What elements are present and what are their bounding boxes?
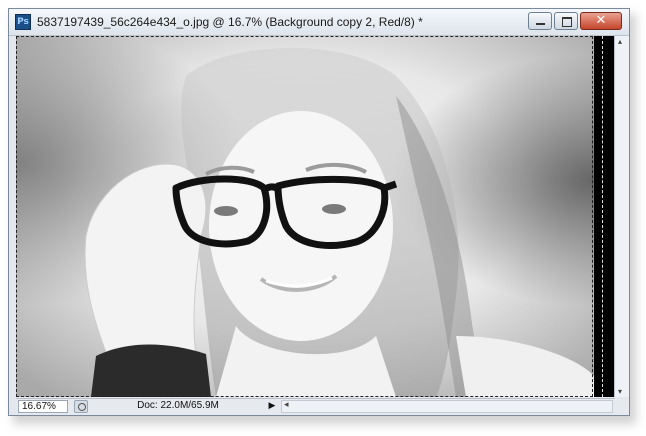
- document-title: 5837197439_56c264e434_o.jpg @ 16.7% (Bac…: [37, 15, 423, 29]
- window-controls: ✕: [528, 12, 622, 30]
- close-icon: ✕: [595, 13, 607, 28]
- maximize-icon: [562, 17, 572, 27]
- canvas-image: [16, 36, 594, 397]
- document-canvas[interactable]: [16, 36, 615, 397]
- document-window: Ps 5837197439_56c264e434_o.jpg @ 16.7% (…: [8, 8, 630, 416]
- preview-icon[interactable]: [74, 400, 88, 413]
- scroll-up-icon[interactable]: ▴: [618, 37, 622, 46]
- document-size-info: Doc: 22.0M/65.9M: [137, 400, 219, 411]
- zoom-level-field[interactable]: 16.67%: [18, 400, 68, 413]
- scroll-down-icon[interactable]: ▾: [618, 387, 622, 396]
- resize-grip[interactable]: [614, 399, 629, 415]
- scroll-left-icon[interactable]: ◂: [284, 400, 289, 410]
- title-bar[interactable]: Ps 5837197439_56c264e434_o.jpg @ 16.7% (…: [9, 9, 629, 36]
- horizontal-scrollbar[interactable]: ◂: [281, 400, 613, 413]
- minimize-button[interactable]: [528, 12, 552, 30]
- vertical-scrollbar[interactable]: ▴ ▾: [614, 36, 629, 397]
- status-bar: 16.67% Doc: 22.0M/65.9M ▶ ◂: [16, 398, 615, 414]
- selection-marquee-edge: [602, 36, 603, 397]
- close-button[interactable]: ✕: [580, 12, 622, 30]
- status-menu-arrow-icon[interactable]: ▶: [266, 400, 278, 413]
- maximize-button[interactable]: [554, 12, 578, 30]
- photoshop-app-icon: Ps: [15, 14, 31, 30]
- minimize-icon: [536, 23, 545, 25]
